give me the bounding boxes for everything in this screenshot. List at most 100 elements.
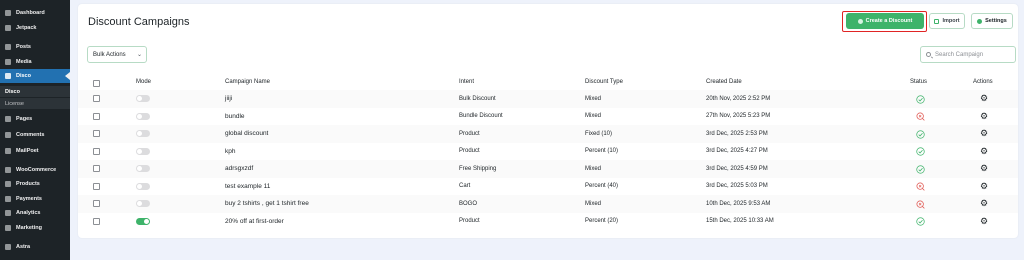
campaign-name[interactable]: 20% off at first-order <box>225 218 284 225</box>
discount-type-cell: Percent (20) <box>585 218 619 224</box>
discount-type-cell: Mixed <box>585 200 602 207</box>
created-date-cell: 3rd Dec, 2025 2:53 PM <box>706 130 768 137</box>
header-campaign-name: Campaign Name <box>225 79 271 85</box>
table-row[interactable]: adrsgxzdf Free Shipping Mixed 3rd Dec, 2025… <box>78 160 1018 178</box>
header-mode: Mode <box>136 79 152 85</box>
sidebar-item-woocommerce[interactable]: WooCommerce <box>0 163 70 177</box>
table-body: jiiji Bulk Discount Mixed 20th Nov, 2025 2:… <box>78 90 1018 230</box>
bulk-actions-select[interactable]: Bulk Actions ⌄ <box>87 46 147 63</box>
sidebar-item-marketing[interactable]: Marketing <box>0 221 70 235</box>
sidebar-item-payments[interactable]: Payments <box>0 192 70 206</box>
sidebar-item-jetpack[interactable]: Jetpack <box>0 21 70 35</box>
sidebar-item-analytics[interactable]: Analytics <box>0 206 70 220</box>
sidebar-item-label: Posts <box>16 44 31 50</box>
sidebar-item-media[interactable]: Media <box>0 55 70 69</box>
header-intent: Intent <box>459 79 475 85</box>
sidebar-subitem-license[interactable]: License <box>0 98 70 109</box>
created-date-cell: 3rd Dec, 2025 4:59 PM <box>706 165 768 172</box>
sidebar-item-pages[interactable]: Pages <box>0 112 70 126</box>
sidebar-item-mailpoet[interactable]: MailPoet <box>0 144 70 158</box>
status-inactive-icon[interactable] <box>916 182 925 191</box>
table-row[interactable]: global discount Product Fixed (10) 3rd Dec,… <box>78 125 1018 143</box>
search-placeholder: Search Campaign <box>935 51 984 58</box>
mode-toggle[interactable] <box>136 147 150 155</box>
sidebar-item-comments[interactable]: Comments <box>0 128 70 142</box>
select-all-checkbox[interactable] <box>93 80 100 87</box>
discount-type-cell: Mixed <box>585 95 602 102</box>
sidebar-item-label: Marketing <box>16 225 42 231</box>
row-checkbox[interactable] <box>93 165 100 172</box>
intent-cell: BOGO <box>459 200 478 207</box>
sidebar-item-dashboard[interactable]: Dashboard <box>0 6 70 20</box>
bulk-actions-label: Bulk Actions <box>93 51 126 58</box>
campaign-name[interactable]: test example 11 <box>225 183 270 190</box>
mode-toggle[interactable] <box>136 165 150 172</box>
created-date-cell: 27th Nov, 2025 5:23 PM <box>706 113 771 119</box>
analytics-icon <box>4 209 12 217</box>
mode-toggle[interactable] <box>136 112 150 120</box>
campaign-name[interactable]: jiiji <box>225 95 232 102</box>
table-row[interactable]: jiiji Bulk Discount Mixed 20th Nov, 2025 2:… <box>78 90 1018 108</box>
intent-cell: Bundle Discount <box>459 113 503 119</box>
gear-icon[interactable]: ⚙ <box>980 164 988 173</box>
gear-icon[interactable]: ⚙ <box>980 129 988 138</box>
status-active-icon[interactable] <box>916 129 925 139</box>
import-button[interactable]: Import <box>929 13 965 29</box>
mode-toggle[interactable] <box>136 182 150 190</box>
pin-icon <box>4 43 12 51</box>
status-active-icon[interactable] <box>916 217 925 226</box>
gear-icon[interactable]: ⚙ <box>980 146 988 156</box>
status-active-icon[interactable] <box>916 94 925 104</box>
astra-icon <box>4 243 12 251</box>
table-header: Mode Campaign Name Intent Discount Type … <box>78 76 1018 90</box>
sidebar-item-posts[interactable]: Posts <box>0 40 70 54</box>
table-row[interactable]: kph Product Percent (10) 3rd Dec, 2025 4:27… <box>78 143 1018 161</box>
settings-button[interactable]: Settings <box>971 13 1013 29</box>
gear-icon[interactable]: ⚙ <box>980 216 988 226</box>
status-inactive-icon[interactable] <box>916 200 925 209</box>
create-discount-button[interactable]: Create a Discount <box>846 13 924 29</box>
settings-label: Settings <box>985 18 1007 24</box>
row-checkbox[interactable] <box>93 130 100 137</box>
mode-toggle[interactable] <box>136 130 150 137</box>
row-checkbox[interactable] <box>93 217 100 225</box>
campaign-name[interactable]: adrsgxzdf <box>225 165 253 172</box>
mode-toggle[interactable] <box>136 217 150 225</box>
discount-type-cell: Fixed (10) <box>585 130 613 137</box>
mode-toggle[interactable] <box>136 95 150 102</box>
status-active-icon[interactable] <box>916 147 925 156</box>
gear-icon[interactable]: ⚙ <box>980 111 988 121</box>
products-icon <box>4 180 12 188</box>
search-input[interactable]: Search Campaign <box>920 46 1016 63</box>
table-row[interactable]: bundle Bundle Discount Mixed 27th Nov, 2025… <box>78 108 1018 126</box>
page-title: Discount Campaigns <box>88 16 190 28</box>
mode-toggle[interactable] <box>136 200 150 207</box>
sidebar-subitem-disco[interactable]: Disco <box>0 86 70 97</box>
comments-icon <box>4 131 12 139</box>
campaign-name[interactable]: kph <box>225 148 235 155</box>
sidebar-item-products[interactable]: Products <box>0 177 70 191</box>
campaign-name[interactable]: buy 2 tshirts , get 1 tshirt free <box>225 200 309 207</box>
campaign-name[interactable]: global discount <box>225 130 268 137</box>
intent-cell: Cart <box>459 183 471 189</box>
row-checkbox[interactable] <box>93 112 100 120</box>
campaign-name[interactable]: bundle <box>225 113 245 120</box>
dashboard-icon <box>4 9 12 17</box>
gear-icon[interactable]: ⚙ <box>980 181 988 191</box>
table-row[interactable]: 20% off at first-order Product Percent (20… <box>78 213 1018 231</box>
import-icon <box>934 18 940 24</box>
sidebar-item-disco[interactable]: Disco <box>0 69 70 83</box>
search-icon <box>926 52 931 57</box>
sidebar-item-label: Disco <box>16 73 31 79</box>
status-inactive-icon[interactable] <box>916 112 925 121</box>
table-row[interactable]: buy 2 tshirts , get 1 tshirt free BOGO Mix… <box>78 195 1018 213</box>
row-checkbox[interactable] <box>93 200 100 207</box>
row-checkbox[interactable] <box>93 182 100 190</box>
sidebar-item-astra[interactable]: Astra <box>0 240 70 254</box>
table-row[interactable]: test example 11 Cart Percent (40) 3rd Dec, … <box>78 178 1018 196</box>
gear-icon[interactable]: ⚙ <box>980 94 988 103</box>
gear-icon[interactable]: ⚙ <box>980 199 988 208</box>
status-active-icon[interactable] <box>916 164 925 174</box>
row-checkbox[interactable] <box>93 95 100 102</box>
row-checkbox[interactable] <box>93 147 100 155</box>
